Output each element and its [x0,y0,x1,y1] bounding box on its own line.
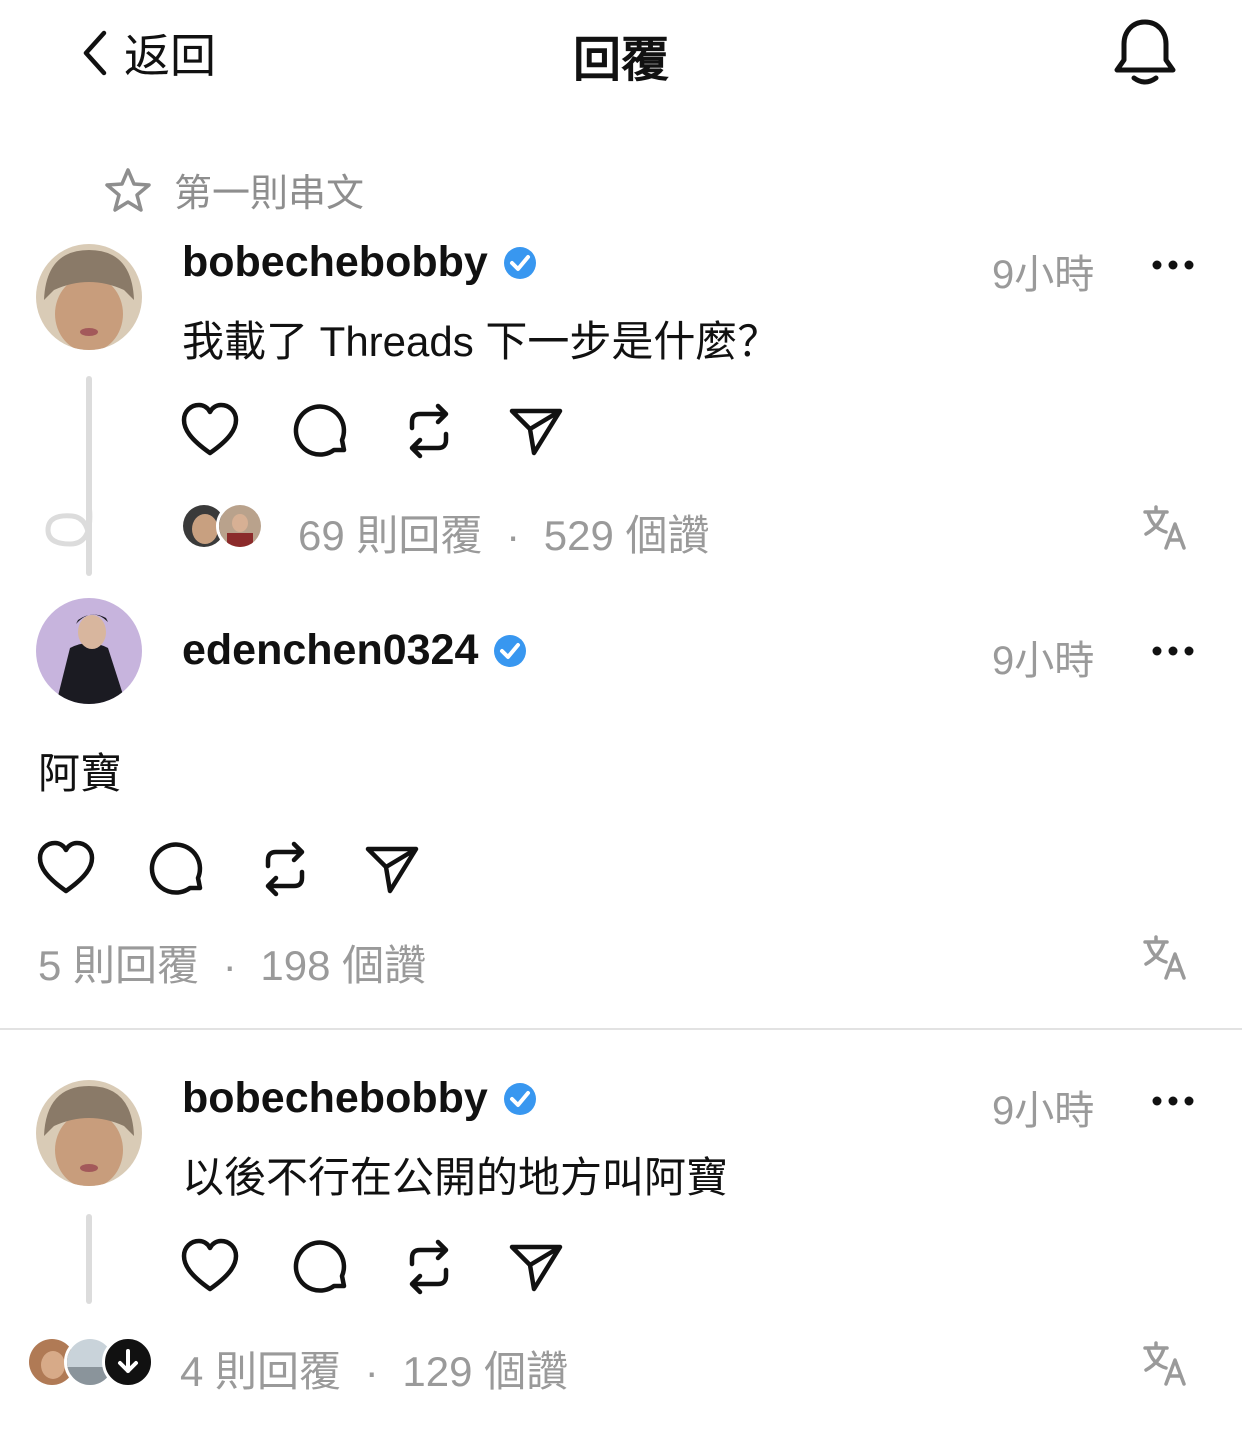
divider [0,1028,1242,1030]
replier-avatars[interactable] [180,502,270,550]
post-time: 9小時 [992,1089,1095,1133]
pinned-thread-label: 第一則串文 [104,162,364,217]
post-username[interactable]: bobechebobby [182,1074,538,1123]
separator: · [364,1348,379,1395]
bell-icon[interactable] [1112,16,1178,86]
verified-badge-icon [492,633,528,669]
avatar[interactable] [36,598,142,704]
like-count[interactable]: 529 個讚 [544,512,710,559]
replier-avatars[interactable] [26,1336,156,1388]
translate-icon[interactable] [1142,934,1188,980]
more-icon[interactable] [1150,1086,1196,1116]
repost-icon[interactable] [258,838,312,900]
comment-icon[interactable] [148,840,206,898]
like-count[interactable]: 129 個讚 [402,1348,568,1395]
heart-icon[interactable] [180,401,240,461]
share-icon[interactable] [508,1239,564,1295]
post-stats[interactable]: 4 則回覆 · 129 個讚 [180,1338,568,1399]
heart-icon[interactable] [36,839,96,899]
avatar[interactable] [36,244,142,350]
more-icon[interactable] [1150,250,1196,280]
down-arrow-icon [102,1336,154,1388]
reply-count[interactable]: 5 則回覆 [38,942,199,989]
post-stats[interactable]: 69 則回覆 · 529 個讚 [298,502,709,563]
post-text: 以後不行在公開的地方叫阿寶 [182,1154,729,1201]
page-title: 回覆 [572,34,669,87]
comment-icon[interactable] [292,1238,350,1296]
share-icon[interactable] [508,403,564,459]
post-text: 阿寶 [38,750,123,797]
heart-icon[interactable] [180,1237,240,1297]
username-text[interactable]: edenchen0324 [182,626,478,675]
separator: · [222,942,237,989]
post-actions [180,400,564,462]
reply-count[interactable]: 69 則回覆 [298,512,482,559]
repost-icon[interactable] [402,400,456,462]
repost-icon[interactable] [402,1236,456,1298]
mini-avatar [216,502,264,550]
verified-badge-icon [502,1081,538,1117]
more-icon[interactable] [1150,636,1196,666]
pinned-label-text: 第一則串文 [174,173,365,215]
username-text[interactable]: bobechebobby [182,1074,488,1123]
comment-icon[interactable] [292,402,350,460]
separator: · [506,512,521,559]
post-text: 我載了 Threads 下一步是什麼？ [182,318,780,365]
post-time: 9小時 [992,639,1095,683]
reply-count[interactable]: 4 則回覆 [180,1348,341,1395]
post-actions [36,838,420,900]
like-count[interactable]: 198 個讚 [260,942,426,989]
post-username[interactable]: bobechebobby [182,238,538,287]
share-icon[interactable] [364,841,420,897]
avatar[interactable] [36,1080,142,1186]
translate-icon[interactable] [1142,504,1188,550]
post-stats[interactable]: 5 則回覆 · 198 個讚 [38,932,426,993]
username-text[interactable]: bobechebobby [182,238,488,287]
post-username[interactable]: edenchen0324 [182,626,528,675]
thread-line [86,1214,92,1304]
verified-badge-icon [502,245,538,281]
star-icon [104,166,152,214]
post-time: 9小時 [992,253,1095,297]
translate-icon[interactable] [1142,1340,1188,1386]
post-actions [180,1236,564,1298]
thread-loop-icon [44,504,100,554]
